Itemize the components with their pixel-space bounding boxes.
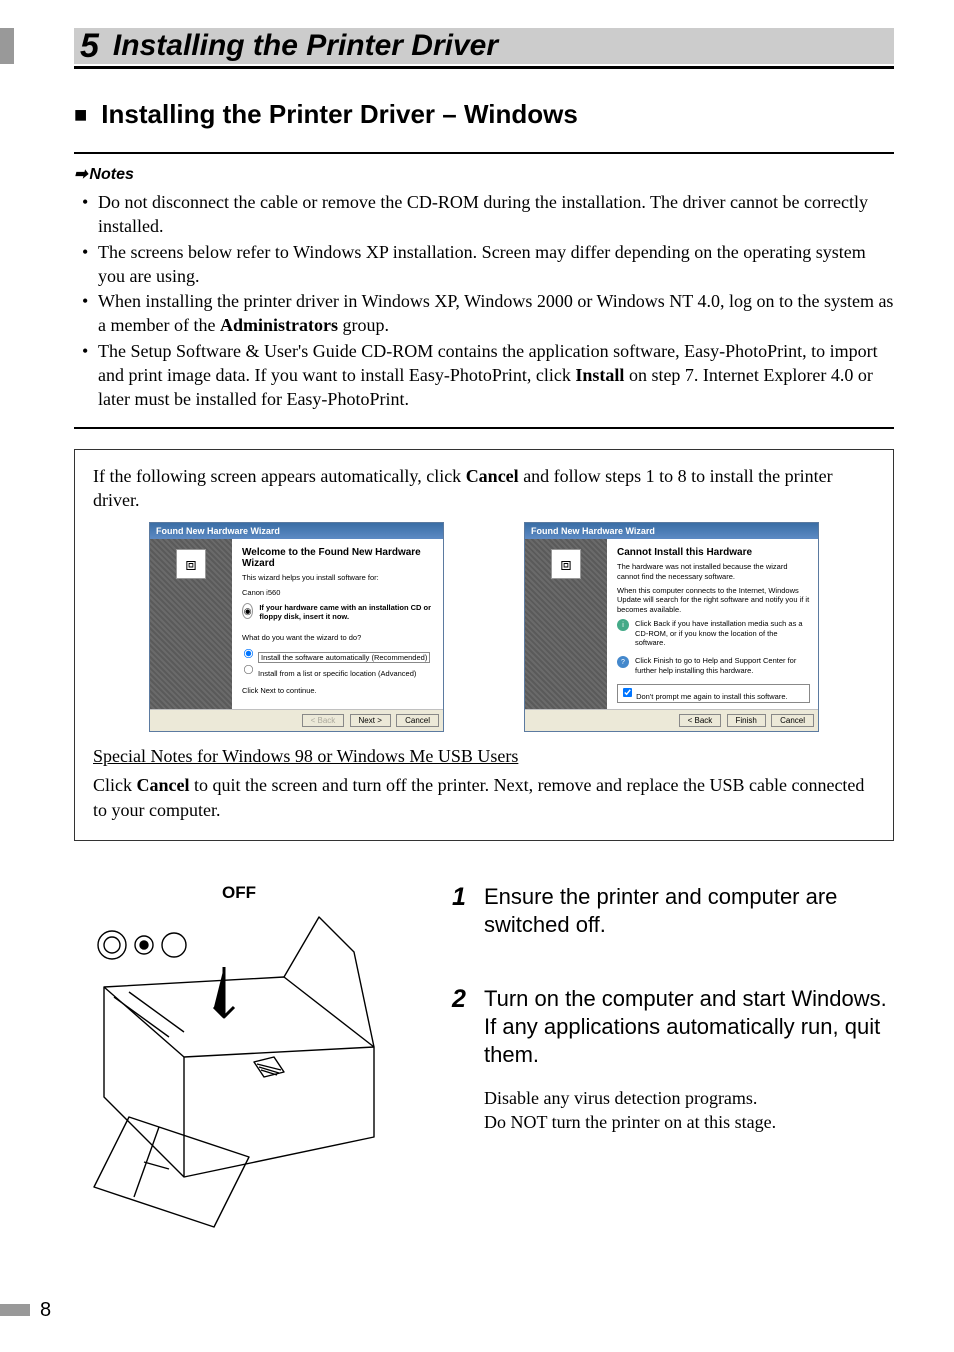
- step-number: 1: [452, 883, 484, 955]
- dialog-cd-instruction: If your hardware came with an installati…: [259, 603, 435, 622]
- hardware-icon: ⧈: [551, 549, 581, 579]
- chapter-header: 5 Installing the Printer Driver: [74, 28, 894, 69]
- chapter-number: 5: [80, 27, 99, 66]
- radio-install-specific[interactable]: [244, 665, 253, 674]
- dialog-title: Found New Hardware Wizard: [150, 523, 443, 539]
- step-text: Turn on the computer and start Windows. …: [484, 985, 894, 1069]
- notes-heading: Notes: [89, 166, 133, 183]
- special-notes-heading: Special Notes for Windows 98 or Windows …: [93, 746, 875, 767]
- step-number: 2: [452, 985, 484, 1134]
- step-subtext: Disable any virus detection programs.: [484, 1086, 894, 1110]
- radio-label-install-specific: Install from a list or specific location…: [258, 669, 416, 678]
- notes-arrow-icon: ➡: [74, 166, 87, 183]
- next-button[interactable]: Next >: [350, 714, 391, 727]
- step-subtext: Do NOT turn the printer on at this stage…: [484, 1110, 894, 1134]
- dialog-text: When this computer connects to the Inter…: [617, 586, 810, 614]
- cd-icon: ◉: [242, 603, 253, 619]
- chapter-title: Installing the Printer Driver: [113, 29, 498, 63]
- cancel-button[interactable]: Cancel: [396, 714, 439, 727]
- note-item: The Setup Software & User's Guide CD-ROM…: [82, 339, 894, 412]
- step-1: 1 Ensure the printer and computer are sw…: [452, 883, 894, 955]
- special-notes-body: Click Cancel to quit the screen and turn…: [93, 773, 875, 822]
- back-button[interactable]: < Back: [679, 714, 722, 727]
- dialog-device-name: Canon i560: [242, 588, 435, 597]
- back-button[interactable]: < Back: [302, 714, 345, 727]
- step-text: Ensure the printer and computer are swit…: [484, 883, 894, 939]
- notes-block: ➡Notes Do not disconnect the cable or re…: [74, 152, 894, 429]
- finish-button[interactable]: Finish: [727, 714, 766, 727]
- hardware-icon: ⧈: [176, 549, 206, 579]
- checkbox-label: Don't prompt me again to install this so…: [636, 692, 788, 701]
- note-item: The screens below refer to Windows XP in…: [82, 240, 894, 289]
- callout-sentence: If the following screen appears automati…: [93, 464, 875, 513]
- dont-prompt-checkbox[interactable]: [623, 688, 632, 697]
- step-2: 2 Turn on the computer and start Windows…: [452, 985, 894, 1134]
- dialog-title: Found New Hardware Wizard: [525, 523, 818, 539]
- note-item: Do not disconnect the cable or remove th…: [82, 190, 894, 239]
- dialog-text: The hardware was not installed because t…: [617, 562, 810, 581]
- off-label: OFF: [74, 883, 404, 903]
- cancel-button[interactable]: Cancel: [771, 714, 814, 727]
- radio-label-install-auto: Install the software automatically (Reco…: [258, 652, 430, 663]
- info-icon: i: [617, 619, 629, 631]
- page-number: 8: [40, 1299, 51, 1322]
- dialog-heading: Cannot Install this Hardware: [617, 547, 810, 558]
- dialog-continue-text: Click Next to continue.: [242, 686, 435, 695]
- section-bullet-icon: ■: [74, 102, 87, 128]
- found-new-hardware-wizard-cannot-install: Found New Hardware Wizard ⧈ Cannot Insta…: [524, 522, 819, 732]
- dialog-text: This wizard helps you install software f…: [242, 573, 435, 582]
- section-heading: ■ Installing the Printer Driver – Window…: [74, 99, 894, 130]
- dialog-question: What do you want the wizard to do?: [242, 633, 435, 642]
- dialog-heading: Welcome to the Found New Hardware Wizard: [242, 547, 435, 569]
- dialog-tip: Click Back if you have installation medi…: [635, 619, 810, 647]
- note-item: When installing the printer driver in Wi…: [82, 289, 894, 338]
- help-icon: ?: [617, 656, 629, 668]
- callout-box: If the following screen appears automati…: [74, 449, 894, 841]
- printer-illustration: [74, 907, 404, 1247]
- found-new-hardware-wizard-welcome: Found New Hardware Wizard ⧈ Welcome to t…: [149, 522, 444, 732]
- section-title: Installing the Printer Driver – Windows: [101, 99, 578, 130]
- dialog-tip: Click Finish to go to Help and Support C…: [635, 656, 810, 675]
- radio-install-auto[interactable]: [244, 649, 253, 658]
